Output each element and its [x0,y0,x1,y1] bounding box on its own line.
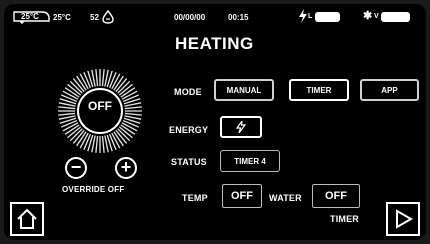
next-button[interactable] [386,202,420,236]
page-title: HEATING [175,34,254,53]
minus-icon: − [70,157,82,177]
home-button[interactable] [10,202,44,236]
cabin-temp-value: 25°C [21,12,39,21]
temp-label: TEMP [182,193,208,203]
water-value-box[interactable]: OFF [312,184,360,208]
cabin-temp-badge: 25°C [12,10,52,24]
dial-tick [124,106,142,110]
dial-tick [95,69,99,87]
dial-state-label: OFF [88,99,112,113]
power-label: L [308,13,313,20]
power-battery-indicator [315,12,340,22]
power-bolt-icon [299,9,307,23]
lightning-icon [236,121,246,133]
mode-timer-button[interactable]: TIMER [289,79,349,101]
mode-manual-button[interactable]: MANUAL [214,79,274,101]
dial-tick [95,135,99,153]
override-label: OVERRIDE OFF [62,185,125,194]
status-label: STATUS [171,157,207,167]
timer-footer-label: TIMER [330,214,359,224]
decrease-button[interactable]: − [65,157,87,179]
energy-button[interactable] [220,116,262,138]
solar-battery-indicator [381,12,410,22]
outside-temp-value: 25°C [53,13,71,22]
dial-tick [101,135,105,153]
water-drop-icon [102,10,114,24]
status-value-box: TIMER 4 [220,150,280,172]
heating-screen: 25°C 25°C 52 00/00/00 00:15 L ✱ V HEATIN… [4,4,426,240]
solar-sun-icon: ✱ [363,10,373,22]
mode-label: MODE [174,87,202,97]
dial-tick [58,112,76,116]
plus-icon: + [120,157,132,177]
time-value: 00:15 [228,13,249,22]
water-level-value: 52 [90,13,99,22]
solar-label: V [374,13,379,20]
dial-tick [124,112,142,116]
energy-label: ENERGY [169,125,209,135]
dial-tick [101,69,105,87]
home-icon [17,208,37,229]
temp-value-box[interactable]: OFF [222,184,262,208]
increase-button[interactable]: + [115,157,137,179]
date-value: 00/00/00 [174,13,206,22]
dial-tick [58,106,76,110]
water-label: WATER [269,193,302,203]
mode-app-button[interactable]: APP [360,79,419,101]
play-arrow-icon [396,209,414,229]
